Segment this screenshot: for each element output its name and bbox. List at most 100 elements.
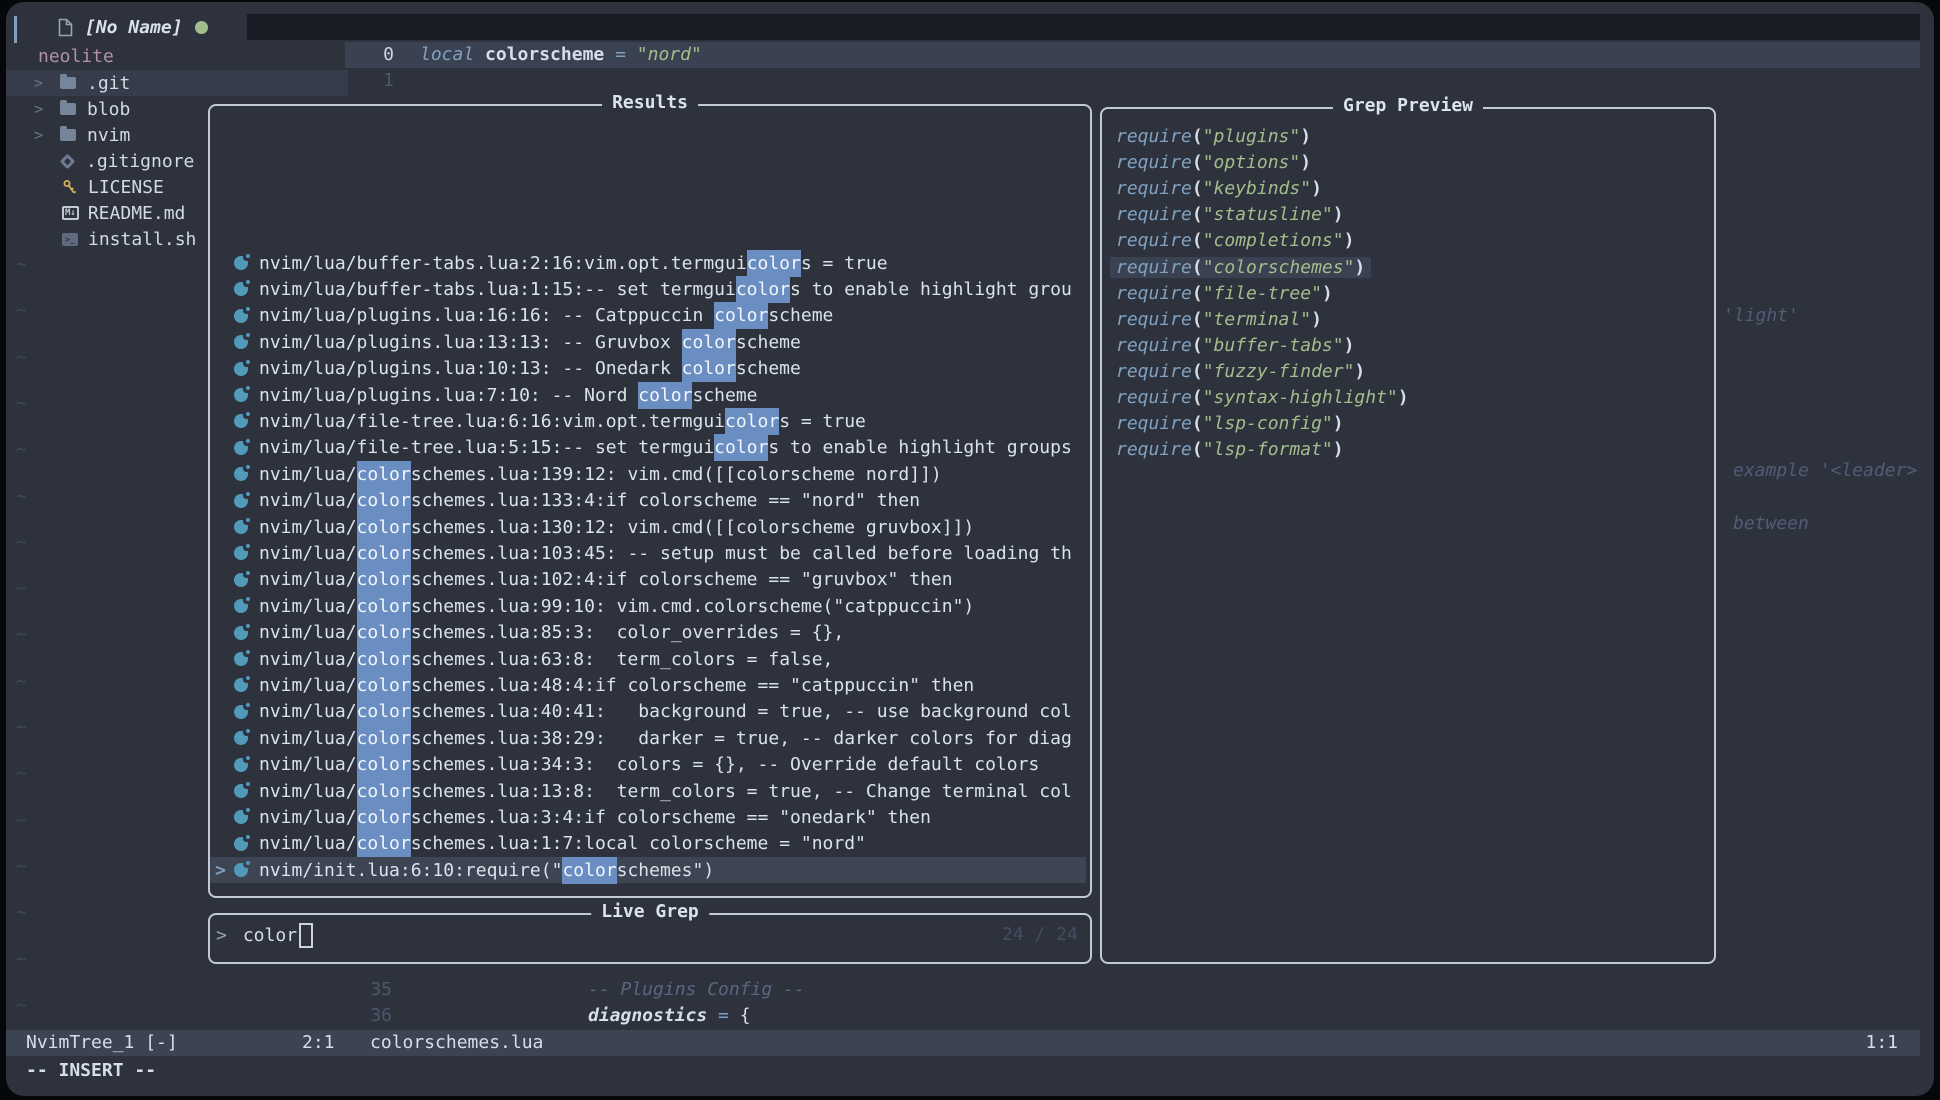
result-row[interactable]: nvim/lua/colorschemes.lua:40:41: backgro… — [210, 699, 1086, 725]
tree-item-label: .gitignore — [86, 151, 194, 172]
match-highlight: color — [714, 434, 768, 461]
result-row[interactable]: nvim/lua/colorschemes.lua:103:45: -- set… — [210, 540, 1086, 566]
result-row[interactable]: nvim/lua/colorschemes.lua:38:29: darker … — [210, 725, 1086, 751]
terminal-cursor-bar — [14, 16, 17, 43]
result-row[interactable]: nvim/lua/plugins.lua:7:10: -- Nord color… — [210, 382, 1086, 408]
tilde-empty-line: ~ — [16, 484, 27, 510]
terminal-icon: >_ — [62, 233, 78, 246]
result-text: nvim/lua/colorschemes.lua:34:3: colors =… — [259, 754, 1039, 775]
result-row[interactable]: nvim/lua/colorschemes.lua:133:4:if color… — [210, 488, 1086, 514]
tilde-empty-line: ~ — [16, 252, 27, 278]
selected-result-caret-icon: > — [215, 860, 226, 881]
chevron-right-icon: > — [34, 100, 60, 118]
lua-file-icon — [234, 705, 248, 719]
result-row[interactable]: nvim/lua/colorschemes.lua:139:12: vim.cm… — [210, 461, 1086, 487]
result-row[interactable]: nvim/lua/buffer-tabs.lua:1:15:-- set ter… — [210, 276, 1086, 302]
tilde-empty-line: ~ — [16, 900, 27, 926]
match-highlight: color — [357, 751, 411, 778]
result-row[interactable]: nvim/lua/colorschemes.lua:1:7:local colo… — [210, 831, 1086, 857]
tilde-empty-line: ~ — [16, 761, 27, 787]
editor-line-0: local colorscheme = "nord" — [420, 42, 702, 68]
result-row[interactable]: nvim/lua/plugins.lua:10:13: -- Onedark c… — [210, 356, 1086, 382]
result-text: nvim/lua/plugins.lua:7:10: -- Nord color… — [259, 385, 758, 406]
lua-file-icon — [234, 282, 248, 296]
statusline-tree-position: 2:1 — [302, 1030, 335, 1056]
result-text: nvim/lua/colorschemes.lua:13:8: term_col… — [259, 781, 1072, 802]
preview-line: require("terminal") — [1102, 307, 1708, 333]
tilde-empty-line: ~ — [16, 298, 27, 324]
filetree-root: neolite — [38, 44, 114, 70]
markdown-icon: M↓ — [62, 206, 79, 220]
tilde-empty-line: ~ — [16, 993, 27, 1019]
buffer-line-36: diagnostics = { — [588, 1003, 751, 1029]
tab-label[interactable]: [No Name] — [85, 17, 183, 38]
result-row[interactable]: nvim/lua/colorschemes.lua:85:3: color_ov… — [210, 620, 1086, 646]
results-title: Results — [602, 92, 698, 113]
result-row[interactable]: nvim/lua/file-tree.lua:6:16:vim.opt.term… — [210, 408, 1086, 434]
preview-line: require("syntax-highlight") — [1102, 385, 1708, 411]
live-grep-panel: Live Grep — [208, 913, 1092, 964]
live-grep-input[interactable]: > color — [216, 921, 313, 949]
tilde-empty-line: ~ — [16, 715, 27, 741]
folder-icon — [60, 77, 76, 89]
live-grep-title: Live Grep — [591, 901, 709, 922]
lua-file-icon — [234, 467, 248, 481]
match-highlight: color — [357, 514, 411, 541]
result-row[interactable]: nvim/lua/colorschemes.lua:48:4:if colors… — [210, 672, 1086, 698]
lua-file-icon — [234, 626, 248, 640]
result-text: nvim/lua/plugins.lua:10:13: -- Onedark c… — [259, 358, 801, 379]
preview-line: require("options") — [1102, 150, 1708, 176]
result-row[interactable]: nvim/lua/colorschemes.lua:63:8: term_col… — [210, 646, 1086, 672]
tree-item-label: blob — [87, 99, 130, 120]
buffer-tab[interactable]: [No Name] — [58, 14, 208, 40]
result-text: nvim/lua/colorschemes.lua:102:4:if color… — [259, 569, 953, 590]
lua-file-icon — [234, 573, 248, 587]
lua-file-icon — [234, 309, 248, 323]
match-highlight: color — [357, 461, 411, 488]
buffer-fragment: between — [1733, 511, 1809, 537]
result-text: nvim/lua/file-tree.lua:6:16:vim.opt.term… — [259, 411, 866, 432]
line-number-0: 0 — [350, 42, 394, 68]
tilde-empty-line: ~ — [16, 947, 27, 973]
gitignore-icon — [60, 153, 76, 169]
tilde-empty-line: ~ — [16, 530, 27, 556]
result-row[interactable]: nvim/lua/plugins.lua:16:16: -- Catppucci… — [210, 303, 1086, 329]
result-text: nvim/lua/buffer-tabs.lua:1:15:-- set ter… — [259, 279, 1072, 300]
mode-indicator: -- INSERT -- — [26, 1058, 156, 1084]
tilde-empty-line: ~ — [16, 854, 27, 880]
result-row[interactable]: >nvim/init.lua:6:10:require("colorscheme… — [210, 857, 1086, 883]
tabline-fill — [247, 14, 1920, 40]
result-text: nvim/lua/colorschemes.lua:99:10: vim.cmd… — [259, 596, 974, 617]
statusline — [6, 1030, 1920, 1056]
tilde-empty-line: ~ — [16, 622, 27, 648]
tree-item-label: README.md — [88, 203, 186, 224]
result-row[interactable]: nvim/lua/file-tree.lua:5:15:-- set termg… — [210, 435, 1086, 461]
result-row[interactable]: nvim/lua/colorschemes.lua:102:4:if color… — [210, 567, 1086, 593]
preview-line: require("completions") — [1102, 228, 1708, 254]
lua-file-icon — [234, 388, 248, 402]
match-highlight: color — [682, 355, 736, 382]
result-row[interactable]: nvim/lua/colorschemes.lua:34:3: colors =… — [210, 752, 1086, 778]
tree-item-git[interactable]: >.git — [6, 70, 348, 96]
lua-file-icon — [234, 441, 248, 455]
result-row[interactable]: nvim/lua/colorschemes.lua:99:10: vim.cmd… — [210, 593, 1086, 619]
match-highlight: color — [357, 778, 411, 805]
lua-file-icon — [234, 414, 248, 428]
result-row[interactable]: nvim/lua/buffer-tabs.lua:2:16:vim.opt.te… — [210, 250, 1086, 276]
result-text: nvim/lua/colorschemes.lua:139:12: vim.cm… — [259, 464, 942, 485]
result-text: nvim/lua/colorschemes.lua:103:45: -- set… — [259, 543, 1072, 564]
result-row[interactable]: nvim/lua/plugins.lua:13:13: -- Gruvbox c… — [210, 329, 1086, 355]
preview-line: require("colorschemes") — [1102, 255, 1708, 281]
result-row[interactable]: nvim/lua/colorschemes.lua:3:4:if colorsc… — [210, 804, 1086, 830]
match-highlight: color — [357, 830, 411, 857]
match-highlight: color — [357, 804, 411, 831]
result-row[interactable]: nvim/lua/colorschemes.lua:13:8: term_col… — [210, 778, 1086, 804]
folder-icon — [60, 103, 76, 115]
tilde-empty-line: ~ — [16, 808, 27, 834]
result-row[interactable]: nvim/lua/colorschemes.lua:130:12: vim.cm… — [210, 514, 1086, 540]
key-icon — [62, 179, 78, 195]
lua-file-icon — [234, 599, 248, 613]
match-highlight: color — [725, 408, 779, 435]
preview-code: require("plugins")require("options")requ… — [1102, 124, 1708, 840]
search-query[interactable]: color — [243, 925, 297, 946]
